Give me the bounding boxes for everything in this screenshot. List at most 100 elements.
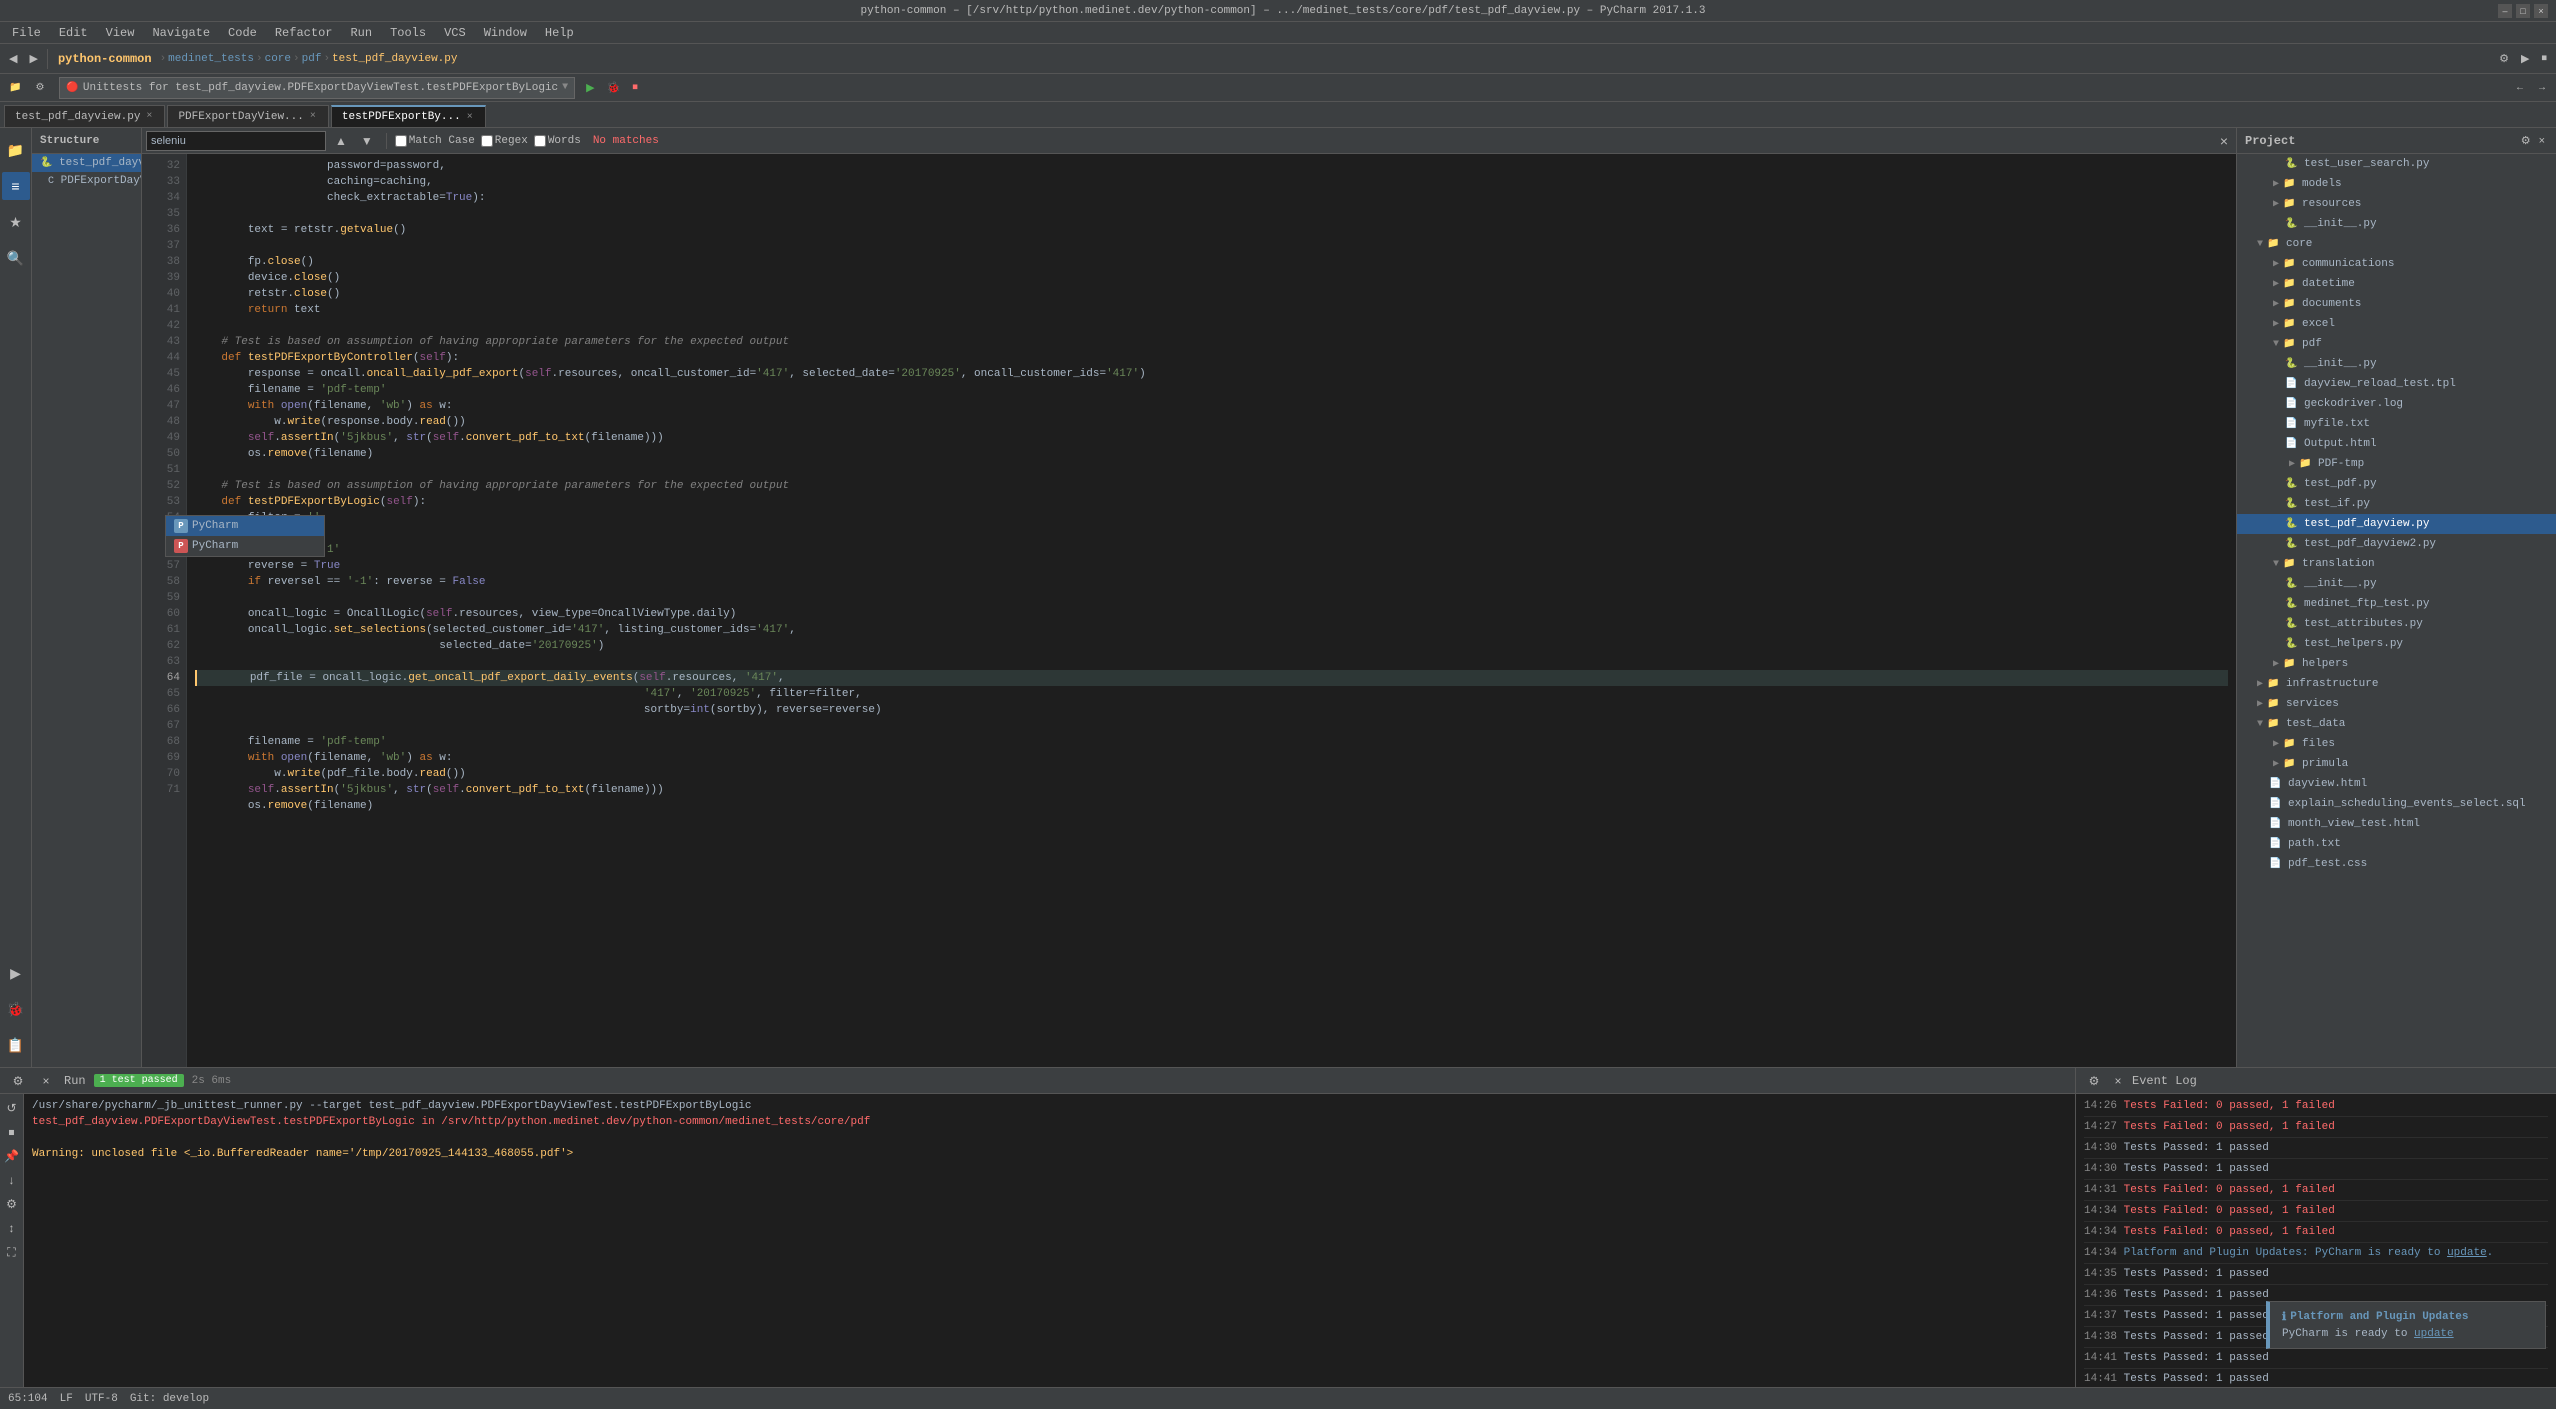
breadcrumb-pdf[interactable]: pdf [302, 53, 322, 65]
tab-2[interactable]: testPDFExportBy... × [331, 105, 486, 127]
tree-item-datetime[interactable]: ▶ 📁 datetime [2237, 274, 2556, 294]
tree-item-geckodriver[interactable]: 📄 geckodriver.log [2237, 394, 2556, 414]
search-close-button[interactable]: × [2216, 132, 2232, 150]
menu-file[interactable]: File [4, 24, 49, 42]
stop-button[interactable]: ⏹ [627, 77, 643, 99]
tree-item-myfile[interactable]: 📄 myfile.txt [2237, 414, 2556, 434]
tree-item-test-pdf-py[interactable]: 🐍 test_pdf.py [2237, 474, 2556, 494]
tree-item-pdf-test-css[interactable]: 📄 pdf_test.css [2237, 854, 2556, 874]
match-case-option[interactable]: Match Case [395, 135, 475, 147]
menu-vcs[interactable]: VCS [436, 24, 474, 42]
menu-code[interactable]: Code [220, 24, 265, 42]
autocomplete-item-1[interactable]: P PyCharm [166, 516, 324, 536]
breadcrumb-core[interactable]: core [265, 53, 291, 65]
run-panel-close-btn[interactable]: × [36, 1071, 56, 1091]
tree-item-month-view[interactable]: 📄 month_view_test.html [2237, 814, 2556, 834]
structure-icon[interactable]: ≡ [2, 172, 30, 200]
run-pin-btn[interactable]: 📌 [2, 1146, 22, 1166]
panel-settings-btn[interactable]: ⚙ [2518, 133, 2534, 148]
event-update-link[interactable]: update [2447, 1247, 2487, 1259]
run-scroll-btn[interactable]: ↓ [2, 1170, 22, 1190]
run-restart-btn[interactable]: ↺ [2, 1098, 22, 1118]
tree-item-helpers[interactable]: ▶ 📁 helpers [2237, 654, 2556, 674]
tree-item-medinet-ftp[interactable]: 🐍 medinet_ftp_test.py [2237, 594, 2556, 614]
run-configuration[interactable]: 🔴 Unittests for test_pdf_dayview.PDFExpo… [59, 77, 575, 99]
tree-item-init-py[interactable]: 🐍 __init__.py [2237, 354, 2556, 374]
tree-item-models[interactable]: ▶ 📁 models [2237, 174, 2556, 194]
tree-item-test-attrs[interactable]: 🐍 test_attributes.py [2237, 614, 2556, 634]
tree-item-test-user-search[interactable]: 🐍 test_user_search.py [2237, 154, 2556, 174]
search-input[interactable] [146, 131, 326, 151]
regex-option[interactable]: Regex [481, 135, 528, 147]
tab-1[interactable]: PDFExportDayView... × [167, 105, 328, 127]
tree-item-test-pdf-dayview[interactable]: 🐍 test_pdf_dayview.py [2237, 514, 2556, 534]
menu-view[interactable]: View [98, 24, 143, 42]
tree-item-infrastructure[interactable]: ▶ 📁 infrastructure [2237, 674, 2556, 694]
tree-item-test-pdf-dayview2[interactable]: 🐍 test_pdf_dayview2.py [2237, 534, 2556, 554]
tree-item-pdf[interactable]: ▼ 📁 pdf [2237, 334, 2556, 354]
menu-run[interactable]: Run [342, 24, 380, 42]
breadcrumb-medinet-tests[interactable]: medinet_tests [168, 53, 254, 65]
tree-item-init-1[interactable]: 🐍 __init__.py [2237, 214, 2556, 234]
tree-item-services[interactable]: ▶ 📁 services [2237, 694, 2556, 714]
debug-icon[interactable]: 🐞 [2, 995, 30, 1023]
tree-item-init-translation[interactable]: 🐍 __init__.py [2237, 574, 2556, 594]
structure-item-file[interactable]: 🐍 test_pdf_dayview.py [32, 154, 141, 172]
words-option[interactable]: Words [534, 135, 581, 147]
regex-checkbox[interactable] [481, 135, 493, 147]
menu-window[interactable]: Window [476, 24, 535, 42]
close-button[interactable]: × [2534, 4, 2548, 18]
event-close-btn[interactable]: × [2108, 1071, 2128, 1091]
match-case-checkbox[interactable] [395, 135, 407, 147]
tree-item-files[interactable]: ▶ 📁 files [2237, 734, 2556, 754]
notification-link[interactable]: update [2414, 1328, 2454, 1340]
run-button[interactable]: ▶ [581, 77, 599, 99]
tab-2-close[interactable]: × [465, 111, 475, 124]
maximize-button[interactable]: □ [2516, 4, 2530, 18]
tree-item-path-txt[interactable]: 📄 path.txt [2237, 834, 2556, 854]
tree-item-explain-sql[interactable]: 📄 explain_scheduling_events_select.sql [2237, 794, 2556, 814]
tree-item-dayview-html[interactable]: 📄 dayview.html [2237, 774, 2556, 794]
tree-item-dayview-tpl[interactable]: 📄 dayview_reload_test.tpl [2237, 374, 2556, 394]
run-icon[interactable]: ▶ [2, 959, 30, 987]
toolbar-right-1[interactable]: ← [2510, 77, 2530, 99]
run-sort-btn[interactable]: ↕ [2, 1218, 22, 1238]
toolbar-btn-2[interactable]: ⏹ [2537, 48, 2553, 70]
structure-item-class[interactable]: C PDFExportDayViewTest [32, 172, 141, 190]
run-stop-btn[interactable]: ⏹ [2, 1122, 22, 1142]
tab-1-close[interactable]: × [308, 110, 318, 123]
code-content[interactable]: password=password, caching=caching, chec… [187, 154, 2236, 1067]
menu-navigate[interactable]: Navigate [144, 24, 218, 42]
autocomplete-item-2[interactable]: P PyCharm [166, 536, 324, 556]
tree-item-core[interactable]: ▼ 📁 core [2237, 234, 2556, 254]
favorites-icon[interactable]: ★ [2, 208, 30, 236]
menu-edit[interactable]: Edit [51, 24, 96, 42]
code-editor[interactable]: 32 33 34 35 36 37 38 39 40 41 42 43 44 4… [142, 154, 2236, 1067]
tree-item-excel[interactable]: ▶ 📁 excel [2237, 314, 2556, 334]
run-filter-btn[interactable]: ⚙ [2, 1194, 22, 1214]
tree-item-resources[interactable]: ▶ 📁 resources [2237, 194, 2556, 214]
words-checkbox[interactable] [534, 135, 546, 147]
menu-help[interactable]: Help [537, 24, 582, 42]
event-settings-btn[interactable]: ⚙ [2084, 1071, 2104, 1091]
search-next-button[interactable]: ▼ [356, 132, 378, 150]
tab-0-close[interactable]: × [144, 110, 154, 123]
menu-tools[interactable]: Tools [382, 24, 434, 42]
project-icon[interactable]: 📁 [2, 136, 30, 164]
run-expand-btn[interactable]: ⛶ [2, 1242, 22, 1262]
settings-button[interactable]: ⚙ [2494, 48, 2514, 70]
run-config-btn-1[interactable]: 📁 [4, 77, 26, 99]
tab-0[interactable]: test_pdf_dayview.py × [4, 105, 165, 127]
toolbar-right-2[interactable]: → [2532, 77, 2552, 99]
tree-item-documents[interactable]: ▶ 📁 documents [2237, 294, 2556, 314]
event-log-icon[interactable]: 📋 [2, 1031, 30, 1059]
back-button[interactable]: ◀ [4, 48, 22, 70]
tree-item-test-data[interactable]: ▼ 📁 test_data [2237, 714, 2556, 734]
tree-item-pdf-tmp[interactable]: ▶ 📁 PDF-tmp [2237, 454, 2556, 474]
tree-item-primula[interactable]: ▶ 📁 primula [2237, 754, 2556, 774]
panel-close-btn[interactable]: × [2536, 134, 2548, 148]
tree-item-test-if-py[interactable]: 🐍 test_if.py [2237, 494, 2556, 514]
run-panel-settings-btn[interactable]: ⚙ [8, 1071, 28, 1091]
search-prev-button[interactable]: ▲ [330, 132, 352, 150]
minimize-button[interactable]: – [2498, 4, 2512, 18]
